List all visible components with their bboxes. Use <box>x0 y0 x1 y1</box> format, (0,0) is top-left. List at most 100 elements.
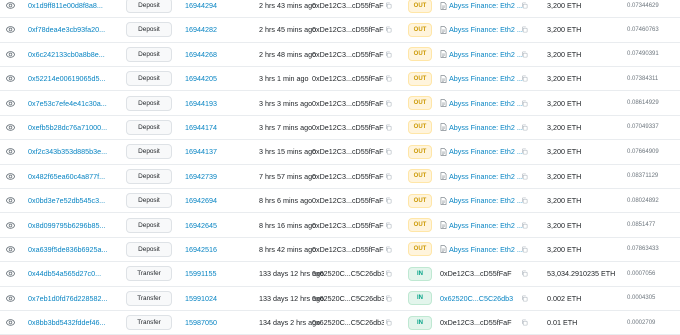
to-address[interactable]: Abyss Finance: Eth2 ... <box>440 189 526 212</box>
copy-to-icon[interactable] <box>521 0 531 17</box>
copy-to-icon[interactable] <box>521 116 531 139</box>
tx-hash-link[interactable]: 0xa639f5de836b6925a... <box>28 238 112 261</box>
block-link[interactable]: 15987050 <box>185 311 235 334</box>
copy-from-icon[interactable] <box>385 311 395 334</box>
copy-from-icon[interactable] <box>385 18 395 41</box>
block-link[interactable]: 16944174 <box>185 116 235 139</box>
from-address[interactable]: 0xDe12C3...cD55fFaF <box>312 67 384 90</box>
to-address[interactable]: Abyss Finance: Eth2 ... <box>440 238 526 261</box>
to-address[interactable]: Abyss Finance: Eth2 ... <box>440 0 526 17</box>
from-address[interactable]: 0xDe12C3...cD55fFaF <box>312 213 384 236</box>
view-details-icon[interactable] <box>3 43 17 66</box>
view-details-icon[interactable] <box>3 67 17 90</box>
to-address[interactable]: Abyss Finance: Eth2 ... <box>440 18 526 41</box>
tx-hash-link[interactable]: 0x44db54a565d27c0... <box>28 262 112 285</box>
tx-hash-link[interactable]: 0x8bb3bd5432fddef46... <box>28 311 112 334</box>
view-details-icon[interactable] <box>3 140 17 163</box>
copy-from-icon[interactable] <box>385 213 395 236</box>
from-address[interactable]: 0xDe12C3...cD55fFaF <box>312 165 384 188</box>
from-address[interactable]: 0xDe12C3...cD55fFaF <box>312 116 384 139</box>
from-address[interactable]: 0xDe12C3...cD55fFaF <box>312 43 384 66</box>
copy-to-icon[interactable] <box>521 140 531 163</box>
tx-hash-link[interactable]: 0x8d099795b6296b85... <box>28 213 112 236</box>
view-details-icon[interactable] <box>3 91 17 114</box>
from-address[interactable]: 0xDe12C3...cD55fFaF <box>312 91 384 114</box>
from-address[interactable]: 0xDe12C3...cD55fFaF <box>312 0 384 17</box>
to-address[interactable]: Abyss Finance: Eth2 ... <box>440 140 526 163</box>
from-address[interactable]: 0xDe12C3...cD55fFaF <box>312 189 384 212</box>
block-link[interactable]: 16944137 <box>185 140 235 163</box>
copy-from-icon[interactable] <box>385 67 395 90</box>
to-address[interactable]: Abyss Finance: Eth2 ... <box>440 165 526 188</box>
block-link[interactable]: 15991155 <box>185 262 235 285</box>
tx-hash-link[interactable]: 0xf2c343b353d885b3e... <box>28 140 112 163</box>
from-address[interactable]: 0xDe12C3...cD55fFaF <box>312 18 384 41</box>
view-details-icon[interactable] <box>3 165 17 188</box>
copy-to-icon[interactable] <box>521 238 531 261</box>
copy-from-icon[interactable] <box>385 287 395 310</box>
to-address[interactable]: Abyss Finance: Eth2 ... <box>440 67 526 90</box>
from-address[interactable]: 0x62520C...C5C26db3 <box>312 262 384 285</box>
from-address[interactable]: 0x62520C...C5C26db3 <box>312 311 384 334</box>
tx-hash-link[interactable]: 0x1d9ff811e00d8f8a8... <box>28 0 112 17</box>
copy-from-icon[interactable] <box>385 140 395 163</box>
copy-from-icon[interactable] <box>385 165 395 188</box>
block-link[interactable]: 16944268 <box>185 43 235 66</box>
tx-hash-link[interactable]: 0x6c242133cb0a8b8e... <box>28 43 112 66</box>
copy-to-icon[interactable] <box>521 18 531 41</box>
block-link[interactable]: 16944294 <box>185 0 235 17</box>
view-details-icon[interactable] <box>3 189 17 212</box>
block-link[interactable]: 16942694 <box>185 189 235 212</box>
block-link[interactable]: 15991024 <box>185 287 235 310</box>
copy-from-icon[interactable] <box>385 238 395 261</box>
copy-to-icon[interactable] <box>521 311 531 334</box>
copy-to-icon[interactable] <box>521 213 531 236</box>
view-details-icon[interactable] <box>3 0 17 17</box>
tx-hash-link[interactable]: 0x0bd3e7e52db545c3... <box>28 189 112 212</box>
copy-from-icon[interactable] <box>385 116 395 139</box>
block-link[interactable]: 16942645 <box>185 213 235 236</box>
view-details-icon[interactable] <box>3 287 17 310</box>
view-details-icon[interactable] <box>3 311 17 334</box>
tx-hash-link[interactable]: 0x52214e00619065d5... <box>28 67 112 90</box>
tx-hash-link[interactable]: 0xf78dea4e3cb93fa20... <box>28 18 112 41</box>
copy-to-icon[interactable] <box>521 165 531 188</box>
tx-hash-link[interactable]: 0x7eb1d0fd76d228582... <box>28 287 112 310</box>
copy-to-icon[interactable] <box>521 91 531 114</box>
view-details-icon[interactable] <box>3 18 17 41</box>
copy-from-icon[interactable] <box>385 0 395 17</box>
copy-from-icon[interactable] <box>385 91 395 114</box>
to-address[interactable]: 0xDe12C3...cD55fFaF <box>440 262 526 285</box>
to-address[interactable]: 0x62520C...C5C26db3 <box>440 287 526 310</box>
block-link[interactable]: 16944282 <box>185 18 235 41</box>
tx-hash-link[interactable]: 0x482f65ea60c4a877f... <box>28 165 112 188</box>
from-address[interactable]: 0xDe12C3...cD55fFaF <box>312 238 384 261</box>
block-link[interactable]: 16942516 <box>185 238 235 261</box>
view-details-icon[interactable] <box>3 238 17 261</box>
from-address[interactable]: 0x62520C...C5C26db3 <box>312 287 384 310</box>
from-address[interactable]: 0xDe12C3...cD55fFaF <box>312 140 384 163</box>
copy-to-icon[interactable] <box>521 189 531 212</box>
block-link[interactable]: 16944205 <box>185 67 235 90</box>
copy-to-icon[interactable] <box>521 262 531 285</box>
to-address-label: Abyss Finance: Eth2 ... <box>449 171 523 181</box>
block-link[interactable]: 16944193 <box>185 91 235 114</box>
copy-from-icon[interactable] <box>385 43 395 66</box>
copy-to-icon[interactable] <box>521 287 531 310</box>
txn-fee-text: 0.0851477 <box>627 222 656 229</box>
copy-from-icon[interactable] <box>385 262 395 285</box>
copy-from-icon[interactable] <box>385 189 395 212</box>
tx-hash-link[interactable]: 0x7e53c7efe4e41c30a... <box>28 91 112 114</box>
block-link[interactable]: 16942739 <box>185 165 235 188</box>
to-address[interactable]: Abyss Finance: Eth2 ... <box>440 116 526 139</box>
to-address[interactable]: Abyss Finance: Eth2 ... <box>440 91 526 114</box>
to-address[interactable]: 0xDe12C3...cD55fFaF <box>440 311 526 334</box>
view-details-icon[interactable] <box>3 213 17 236</box>
view-details-icon[interactable] <box>3 262 17 285</box>
copy-to-icon[interactable] <box>521 67 531 90</box>
copy-to-icon[interactable] <box>521 43 531 66</box>
tx-hash-link[interactable]: 0xefb5b28dc76a71000... <box>28 116 112 139</box>
to-address[interactable]: Abyss Finance: Eth2 ... <box>440 213 526 236</box>
view-details-icon[interactable] <box>3 116 17 139</box>
to-address[interactable]: Abyss Finance: Eth2 ... <box>440 43 526 66</box>
